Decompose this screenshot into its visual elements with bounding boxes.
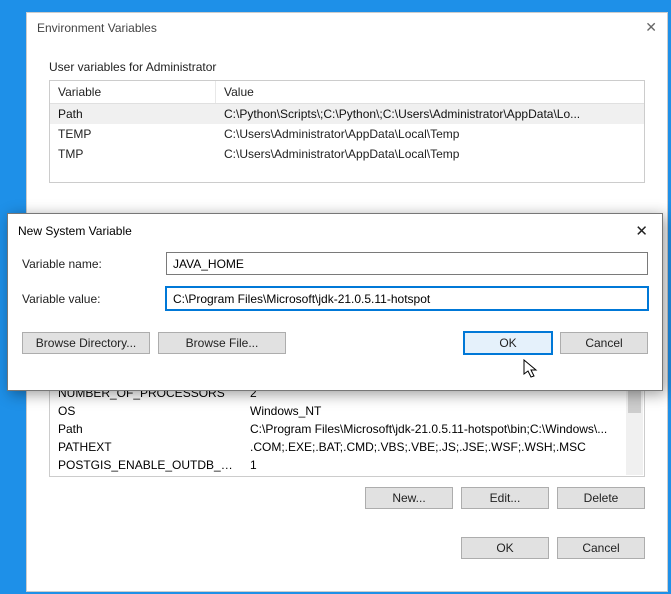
ok-button[interactable]: OK [461,537,549,559]
cell-variable: Path [50,420,242,438]
new-system-variable-dialog: New System Variable ✕ Variable name: Var… [7,213,663,391]
close-icon[interactable]: ✕ [645,19,657,36]
user-table-header: Variable Value [50,81,644,104]
column-header-variable[interactable]: Variable [50,81,216,103]
ok-button[interactable]: OK [464,332,552,354]
cell-variable: TMP [50,144,216,164]
table-row[interactable]: OS Windows_NT [50,402,644,420]
env-window-titlebar: Environment Variables ✕ [27,13,667,42]
user-variables-table[interactable]: Variable Value Path C:\Python\Scripts\;C… [49,80,645,183]
cell-value: C:\Users\Administrator\AppData\Local\Tem… [216,144,644,164]
cell-value: Windows_NT [242,402,626,420]
cell-variable: PATHEXT [50,438,242,456]
cell-variable: POSTGIS_ENABLE_OUTDB_R... [50,456,242,474]
dialog-form: Variable name: Variable value: [8,242,662,332]
cell-value: .COM;.EXE;.BAT;.CMD;.VBS;.VBE;.JS;.JSE;.… [242,438,626,456]
variable-name-label: Variable name: [22,257,156,271]
variable-name-input[interactable] [166,252,648,275]
env-window-bottom-row: OK Cancel [27,523,667,573]
browse-directory-button[interactable]: Browse Directory... [22,332,150,354]
column-header-value[interactable]: Value [216,81,644,103]
cell-variable: TEMP [50,124,216,144]
cell-variable: OS [50,402,242,420]
close-icon[interactable]: ✕ [631,222,652,240]
table-row[interactable]: TEMP C:\Users\Administrator\AppData\Loca… [50,124,644,144]
edit-button[interactable]: Edit... [461,487,549,509]
table-row[interactable]: TMP C:\Users\Administrator\AppData\Local… [50,144,644,164]
delete-button[interactable]: Delete [557,487,645,509]
table-row[interactable]: Path C:\Program Files\Microsoft\jdk-21.0… [50,420,644,438]
user-variables-label: User variables for Administrator [49,60,645,74]
dialog-button-row: Browse Directory... Browse File... OK Ca… [8,332,662,354]
table-row[interactable]: PATHEXT .COM;.EXE;.BAT;.CMD;.VBS;.VBE;.J… [50,438,644,456]
table-row[interactable]: Path C:\Python\Scripts\;C:\Python\;C:\Us… [50,104,644,124]
cell-value: C:\Program Files\Microsoft\jdk-21.0.5.11… [242,420,626,438]
cell-value: 1 [242,456,626,474]
variable-value-label: Variable value: [22,292,156,306]
variable-value-row: Variable value: [22,287,648,310]
new-button[interactable]: New... [365,487,453,509]
cancel-button[interactable]: Cancel [560,332,648,354]
variable-name-row: Variable name: [22,252,648,275]
env-window-title: Environment Variables [37,21,157,35]
system-button-row: New... Edit... Delete [49,477,645,513]
variable-value-input[interactable] [166,287,648,310]
cell-variable: Path [50,104,216,124]
dialog-title: New System Variable [18,224,132,238]
browse-file-button[interactable]: Browse File... [158,332,286,354]
table-row[interactable]: POSTGIS_ENABLE_OUTDB_R... 1 [50,456,644,474]
cell-value: C:\Users\Administrator\AppData\Local\Tem… [216,124,644,144]
cancel-button[interactable]: Cancel [557,537,645,559]
cell-value: C:\Python\Scripts\;C:\Python\;C:\Users\A… [216,104,644,124]
dialog-titlebar: New System Variable ✕ [8,214,662,242]
